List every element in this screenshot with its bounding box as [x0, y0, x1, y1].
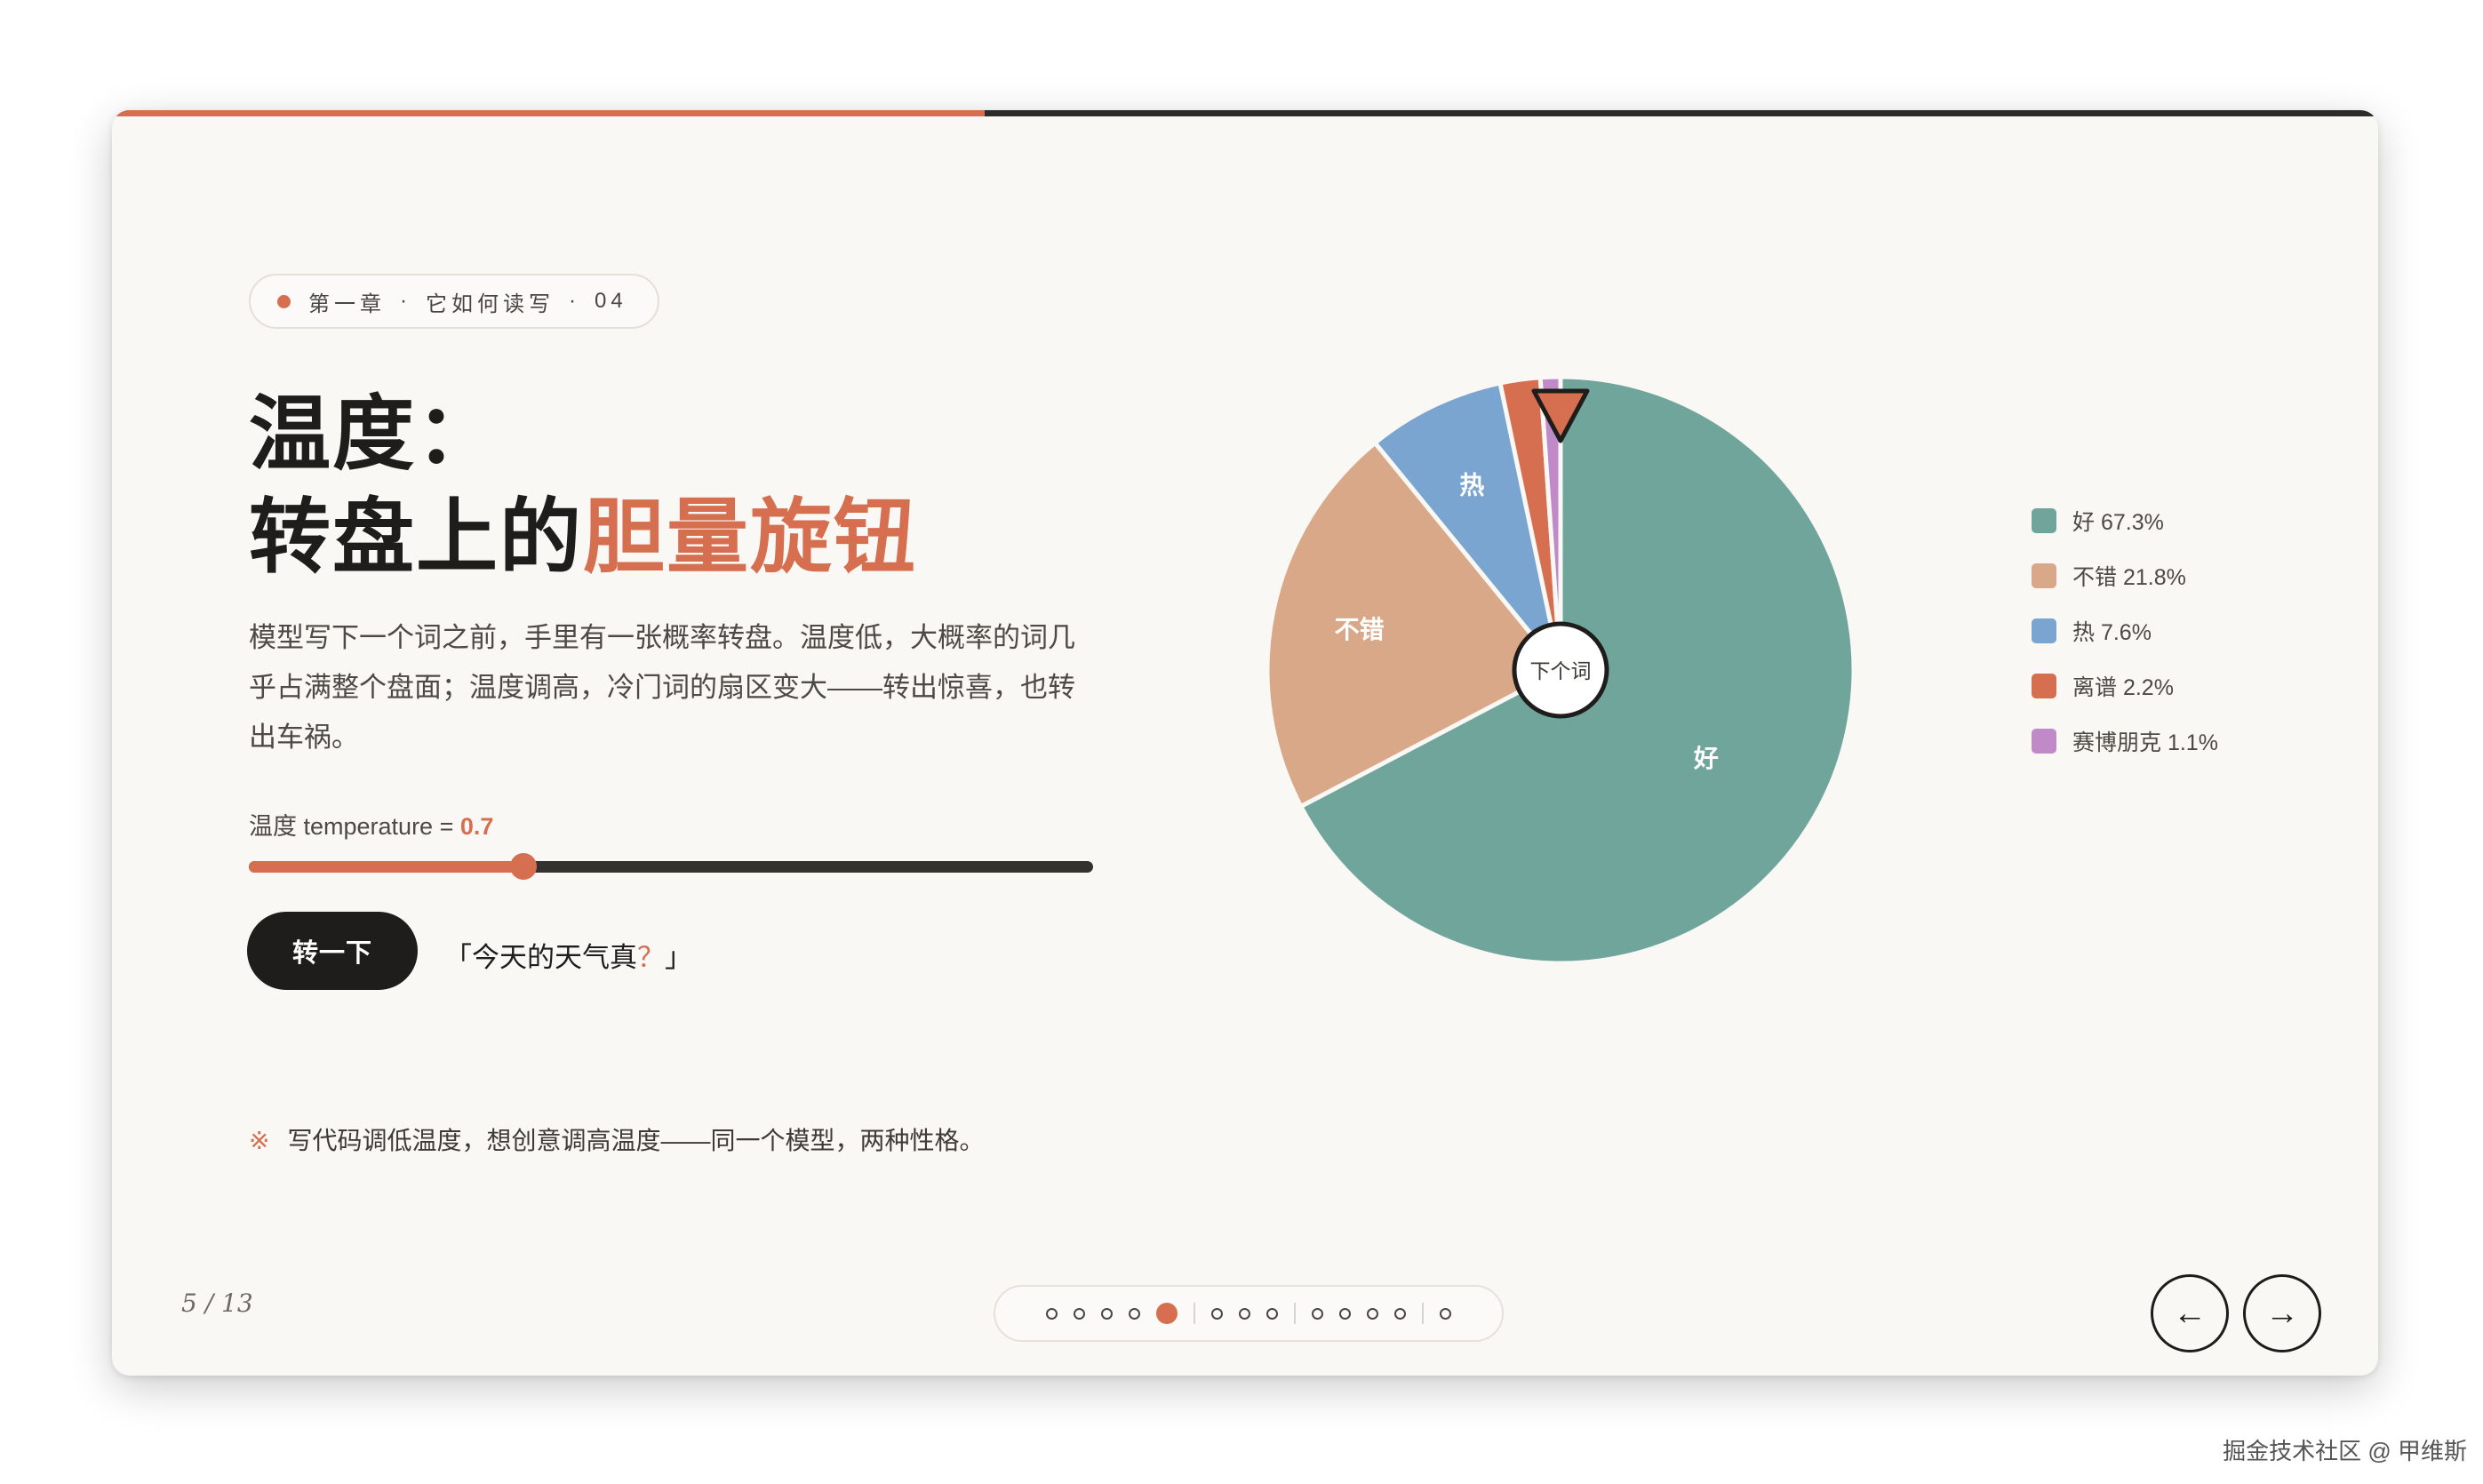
- pagination-dot[interactable]: [1312, 1307, 1323, 1320]
- title-accent: 胆量旋钮: [581, 485, 923, 588]
- pagination-separator: [1294, 1303, 1296, 1324]
- probability-pie-chart: 好 不错 热下个词: [1267, 377, 1854, 963]
- arrow-left-icon: ←: [2173, 1294, 2207, 1332]
- slide-card: 第一章 · 它如何读写 · 04 温度： 转盘上的胆量旋钮 模型写下一个词之前，…: [112, 110, 2378, 1376]
- legend-label: 热 7.6%: [2072, 620, 2152, 645]
- legend-label: 离谱 2.2%: [2072, 675, 2174, 700]
- next-slide-button[interactable]: →: [2243, 1274, 2321, 1352]
- legend-swatch: [2032, 674, 2056, 698]
- pagination-dot[interactable]: [1074, 1307, 1085, 1320]
- pagination-separator: [1194, 1303, 1195, 1324]
- legend-item: 不错 21.8%: [2032, 548, 2218, 603]
- title-line-1: 温度：: [249, 386, 500, 482]
- legend-label: 好 67.3%: [2072, 510, 2164, 535]
- spinner-pointer-icon: [1531, 388, 1590, 443]
- page-number: 5 / 13: [181, 1289, 253, 1318]
- pie-center-label: 下个词: [1530, 659, 1592, 682]
- pie-slice-label: 好: [1693, 745, 1719, 772]
- legend-swatch: [2032, 508, 2056, 533]
- chapter-badge: 第一章 · 它如何读写 · 04: [249, 274, 659, 329]
- temperature-slider-fill: [249, 861, 523, 873]
- chapter-number: 04: [595, 289, 627, 313]
- pagination-dot[interactable]: [1266, 1307, 1278, 1320]
- prompt-open: 「今天的天气真: [444, 942, 637, 973]
- watermark: 掘金技术社区 @ 甲维斯: [2223, 1438, 2467, 1464]
- prev-slide-button[interactable]: ←: [2151, 1274, 2229, 1352]
- pagination-dot[interactable]: [1394, 1307, 1406, 1320]
- pointer-triangle: [1531, 388, 1590, 443]
- title-line-2-prefix: 转盘上的: [249, 489, 584, 585]
- temperature-slider[interactable]: [249, 853, 1093, 880]
- legend-swatch: [2032, 729, 2056, 754]
- pie-slice-label: 不错: [1335, 616, 1385, 643]
- temperature-label: 温度 temperature = 0.7: [249, 807, 493, 842]
- title-line-2: 转盘上的胆量旋钮: [249, 485, 923, 588]
- chapter-label: 第一章: [308, 291, 386, 316]
- pagination-dot[interactable]: [1440, 1307, 1451, 1320]
- pagination-dot-active[interactable]: [1156, 1303, 1178, 1324]
- pagination-dot[interactable]: [1239, 1307, 1250, 1320]
- spin-button[interactable]: 转一下: [247, 912, 418, 990]
- description: 模型写下一个词之前，手里有一张概率转盘。温度低，大概率的词几乎占满整个盘面；温度…: [249, 622, 1075, 753]
- page-title: 温度： 转盘上的胆量旋钮: [249, 382, 923, 588]
- note-text: 写代码调低温度，想创意调高温度——同一个模型，两种性格。: [287, 1127, 985, 1154]
- progress-bar-fill: [112, 110, 985, 116]
- note-mark-icon: ※: [249, 1127, 270, 1154]
- footnote: ※ 写代码调低温度，想创意调高温度——同一个模型，两种性格。: [249, 1121, 984, 1157]
- chapter-dot-icon: [277, 294, 291, 308]
- legend-label: 赛博朋克 1.1%: [2072, 730, 2218, 755]
- temperature-value: 0.7: [459, 813, 494, 840]
- legend-item: 好 67.3%: [2032, 493, 2218, 548]
- pagination-dot[interactable]: [1339, 1307, 1351, 1320]
- arrow-right-icon: →: [2265, 1294, 2299, 1332]
- prompt-text: 「今天的天气真？」: [444, 935, 692, 975]
- progress-bar: [112, 110, 2378, 116]
- pagination-dot[interactable]: [1101, 1307, 1113, 1320]
- temperature-slider-thumb[interactable]: [509, 853, 537, 880]
- pagination-dot[interactable]: [1211, 1307, 1223, 1320]
- chapter-section: 它如何读写: [426, 291, 555, 316]
- legend-swatch: [2032, 618, 2056, 643]
- pagination-dot[interactable]: [1367, 1307, 1378, 1320]
- legend-item: 离谱 2.2%: [2032, 658, 2218, 714]
- legend-item: 赛博朋克 1.1%: [2032, 714, 2218, 769]
- chapter-separator: ·: [400, 289, 411, 313]
- legend-item: 热 7.6%: [2032, 603, 2218, 658]
- chapter-separator: ·: [569, 289, 580, 313]
- prompt-placeholder: ？: [637, 942, 665, 973]
- pagination-dot[interactable]: [1129, 1307, 1140, 1320]
- slide-pagination-dots: [994, 1285, 1504, 1342]
- prompt-close: 」: [665, 942, 692, 973]
- chart-legend: 好 67.3% 不错 21.8% 热 7.6% 离谱 2.2% 赛博朋克 1.1%: [2032, 493, 2218, 769]
- pie-slice-label: 热: [1459, 472, 1484, 499]
- pagination-separator: [1422, 1303, 1424, 1324]
- temperature-label-text: 温度 temperature =: [249, 813, 460, 840]
- legend-label: 不错 21.8%: [2072, 565, 2186, 590]
- pagination-dot[interactable]: [1046, 1307, 1058, 1320]
- legend-swatch: [2032, 563, 2056, 588]
